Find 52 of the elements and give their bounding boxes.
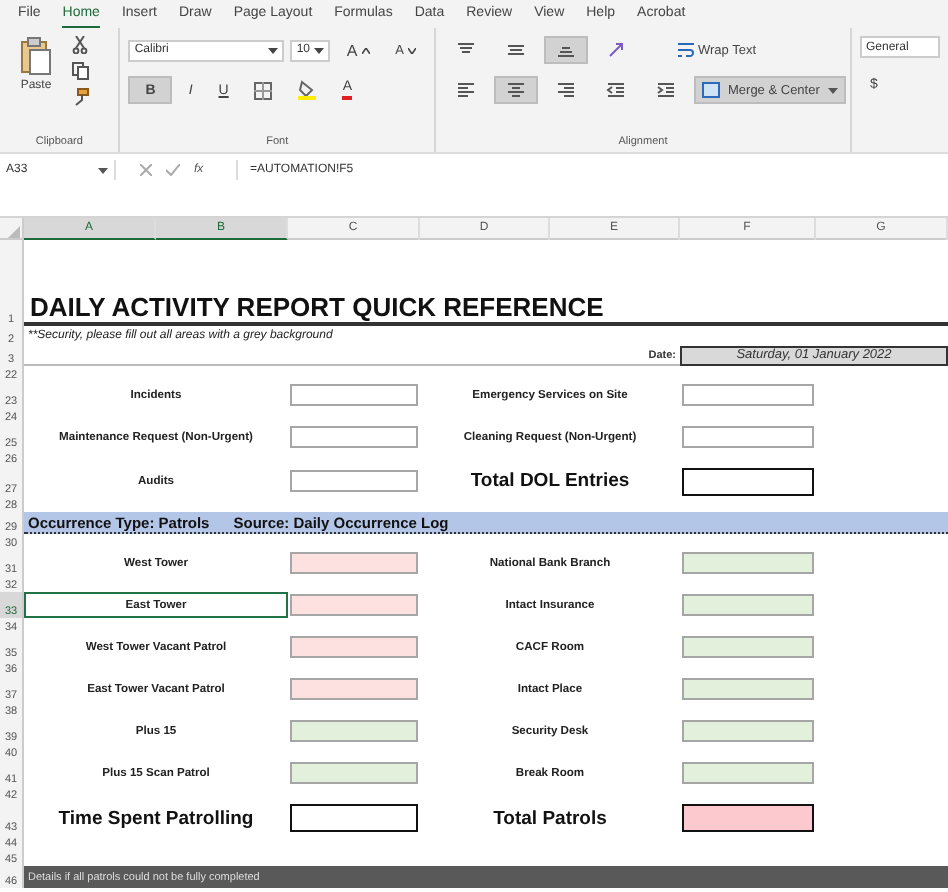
lines-icon [456,82,476,98]
clipboard-icon [20,36,52,76]
copy-icon[interactable] [72,62,90,80]
lines-icon [556,42,576,58]
lines-icon [506,42,526,58]
report-title: DAILY ACTIVITY REPORT QUICK REFERENCE [24,240,948,326]
lines-icon [506,82,526,98]
total-field[interactable] [682,467,814,495]
caret-icon [314,47,325,53]
up-caret-icon [361,47,370,53]
lines-icon [456,42,476,58]
wrap-text-icon [678,42,694,58]
borders-icon [254,81,273,99]
caret-icon [98,167,108,173]
field-label: Total Patrols [493,807,607,829]
caret-icon [268,47,279,53]
indent-icon [606,82,626,98]
entry-field[interactable] [682,678,814,700]
entry-field[interactable] [290,426,418,448]
entry-field[interactable] [682,594,814,616]
total-field[interactable] [682,804,814,832]
merge-cells-icon [702,82,720,98]
entry-field[interactable] [290,552,418,574]
increase-font-button[interactable]: A [336,36,380,64]
entry-field[interactable] [290,762,418,784]
caret-icon [827,87,838,93]
indent-icon [656,82,676,98]
entry-field[interactable] [682,384,814,406]
format-painter-icon[interactable] [72,88,90,106]
entry-field[interactable] [682,636,814,658]
entry-field[interactable] [682,720,814,742]
field-label: Total DOL Entries [470,470,630,492]
entry-field[interactable] [682,762,814,784]
cancel-icon[interactable] [140,164,152,176]
entry-field[interactable] [290,636,418,658]
field-label: Time Spent Patrolling [58,807,254,829]
diagonal-arrow-icon [606,42,626,58]
entry-field[interactable] [682,552,814,574]
entry-field[interactable] [290,470,418,492]
align-bottom-button[interactable] [544,36,588,64]
enter-icon[interactable] [166,164,180,176]
entry-field[interactable] [290,720,418,742]
entry-field[interactable] [290,384,418,406]
scissors-icon[interactable] [72,36,88,54]
entry-field[interactable] [290,594,418,616]
entry-field[interactable] [682,426,814,448]
down-caret-icon [408,47,416,53]
entry-field[interactable] [290,678,418,700]
total-field[interactable] [290,804,418,832]
paint-bucket-icon [298,80,317,100]
align-center-button[interactable] [494,76,538,104]
lines-icon [556,82,576,98]
